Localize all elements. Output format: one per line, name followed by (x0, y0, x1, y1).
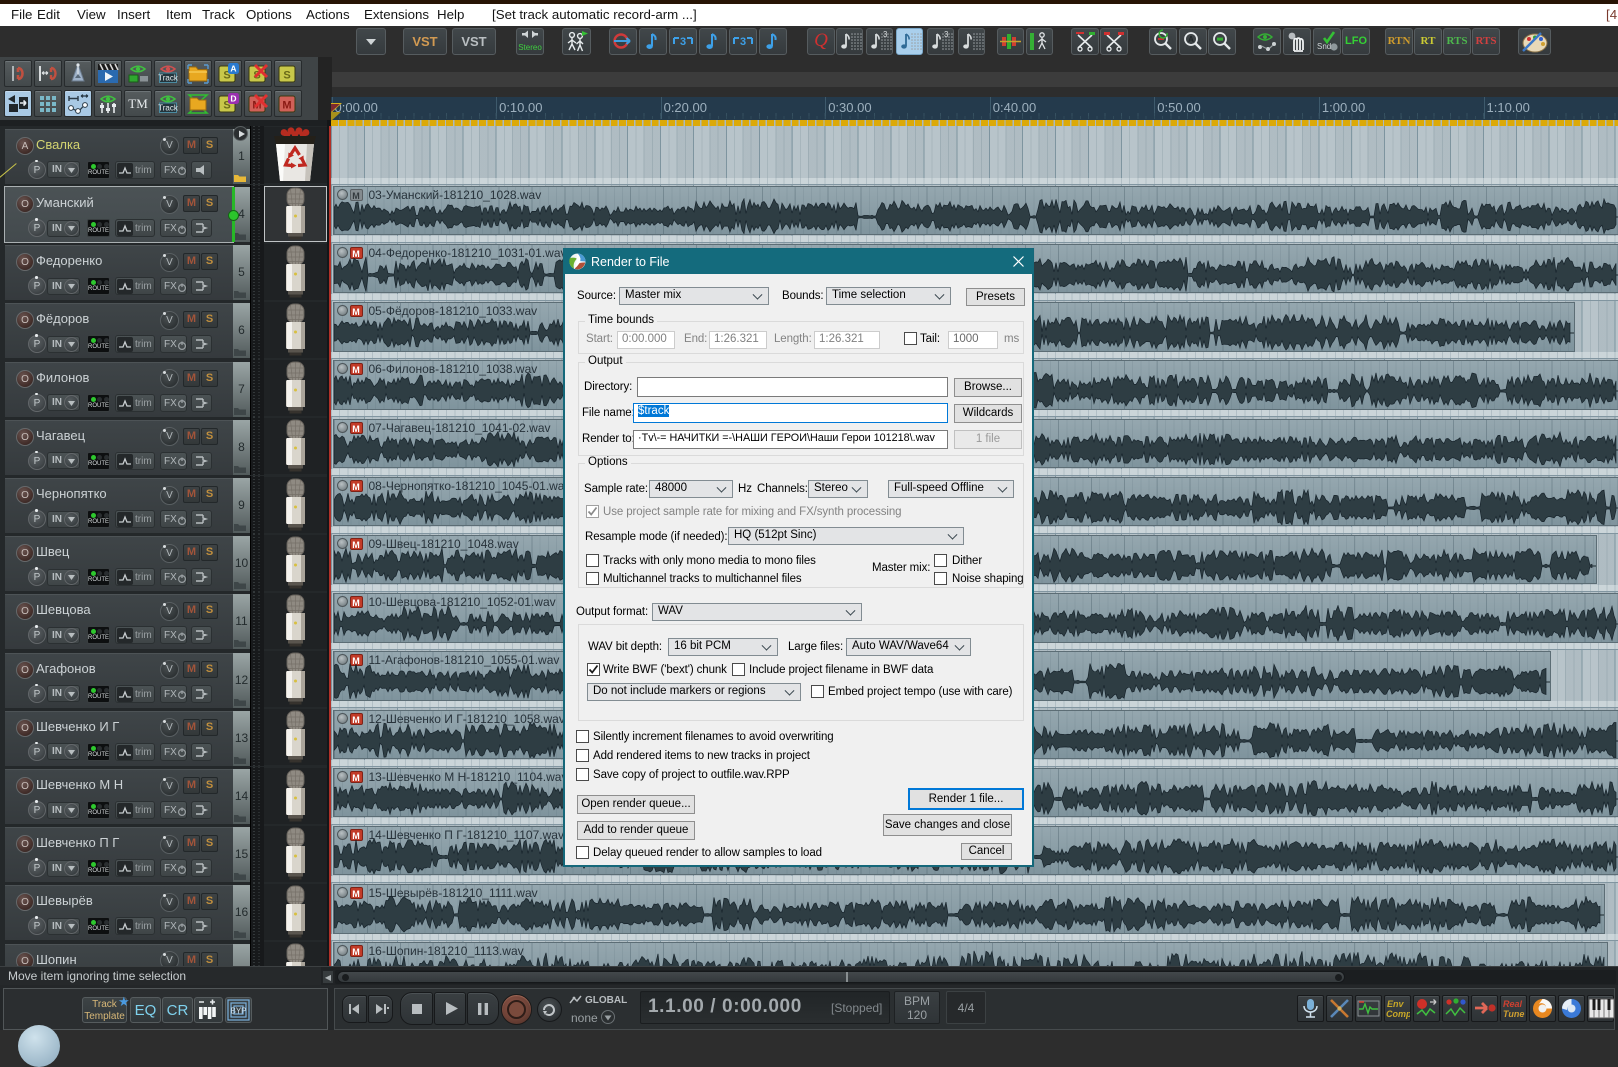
svg-text:3: 3 (883, 30, 888, 39)
svg-text:A: A (230, 64, 236, 74)
svg-text:3: 3 (944, 30, 949, 39)
svg-text:D: D (230, 94, 236, 104)
svg-text:A: A (1188, 35, 1194, 44)
svg-text:Real: Real (1503, 999, 1523, 1009)
svg-text:Stereo: Stereo (518, 43, 542, 52)
svg-text:Env: Env (1387, 999, 1405, 1009)
svg-text:S: S (283, 70, 290, 82)
svg-text:Track: Track (158, 74, 179, 83)
svg-text:3: 3 (680, 36, 686, 48)
svg-text:Comp: Comp (1386, 1009, 1410, 1019)
svg-text:Tune: Tune (1503, 1009, 1524, 1019)
svg-text:BYP: BYP (230, 1007, 246, 1016)
svg-text:Track: Track (158, 104, 179, 113)
svg-text:3: 3 (740, 36, 746, 48)
svg-text:M: M (282, 100, 291, 112)
svg-text:Snd: Snd (1317, 42, 1331, 51)
